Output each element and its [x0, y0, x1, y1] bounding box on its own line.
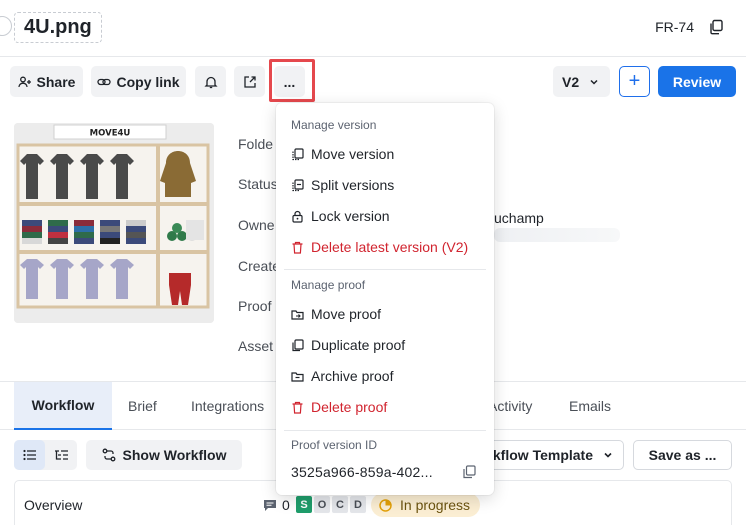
lock-icon	[292, 210, 303, 223]
archive-proof-label: Archive proof	[311, 368, 394, 384]
duplicate-proof-label: Duplicate proof	[311, 337, 406, 353]
back-button[interactable]	[0, 16, 12, 36]
tree-view-icon	[55, 450, 68, 460]
menu-divider	[284, 269, 486, 270]
stage-badge-c: C	[332, 496, 348, 513]
stage-badge-d: D	[350, 496, 366, 513]
lock-version-label: Lock version	[311, 208, 390, 224]
move-proof-item[interactable]: Move proof	[291, 303, 486, 325]
workflow-template-label: Workflow Template	[478, 447, 593, 463]
tab-integrations[interactable]: Integrations	[191, 382, 264, 430]
meta-status-label: Status	[238, 176, 278, 192]
share-label: Share	[36, 73, 76, 90]
toolbar: Share Copy link ... V2 + Review	[0, 58, 746, 108]
title-bar: 4U.png FR-74	[0, 0, 746, 57]
file-name-field[interactable]: 4U.png	[14, 12, 102, 43]
progress-icon	[379, 498, 392, 512]
share-icon	[17, 76, 31, 87]
comment-count: 0	[282, 497, 290, 513]
tab-activity[interactable]: Activity	[488, 382, 532, 430]
list-view-button[interactable]	[14, 440, 45, 470]
tab-brief[interactable]: Brief	[128, 382, 157, 430]
review-button[interactable]: Review	[658, 66, 736, 97]
status-badge: In progress	[371, 493, 480, 517]
view-toggle	[14, 440, 77, 470]
more-options-menu: Manage version Move version Split versio…	[276, 103, 494, 495]
stage-badge-o: O	[314, 496, 330, 513]
owner-name[interactable]: uchamp	[494, 210, 544, 226]
workflow-template-select[interactable]: Workflow Template	[478, 440, 624, 470]
duplicate-icon	[292, 338, 304, 351]
copy-link-button[interactable]: Copy link	[91, 66, 186, 97]
tab-workflow[interactable]: Workflow	[14, 382, 112, 430]
copy-icon	[292, 147, 304, 160]
delete-latest-version-label: Delete latest version (V2)	[311, 239, 469, 255]
version-label: V2	[562, 73, 580, 90]
show-workflow-label: Show Workflow	[122, 447, 227, 463]
export-icon	[243, 75, 256, 88]
copy-icon[interactable]	[462, 465, 476, 479]
tree-view-button[interactable]	[46, 440, 77, 470]
share-button[interactable]: Share	[10, 66, 83, 97]
bell-icon	[203, 76, 218, 88]
status-label: In progress	[400, 497, 471, 513]
comment-icon	[264, 500, 276, 511]
proof-version-id: 3525a966-859a-402...	[291, 464, 433, 480]
stage-badge-s: S	[296, 496, 312, 513]
meta-asset-label: Asset	[238, 338, 274, 354]
chevron-down-icon	[590, 79, 598, 85]
move-version-label: Move version	[311, 146, 395, 162]
trash-icon	[292, 241, 303, 254]
version-select[interactable]: V2	[553, 66, 610, 97]
archive-proof-item[interactable]: Archive proof	[291, 365, 486, 387]
show-workflow-button[interactable]: Show Workflow	[86, 440, 242, 470]
tab-emails[interactable]: Emails	[569, 382, 611, 430]
brand-sign: MOVE4U	[90, 129, 131, 139]
manage-version-header: Manage version	[291, 118, 377, 132]
save-as-button[interactable]: Save as ...	[633, 440, 732, 470]
split-icon	[292, 178, 304, 191]
proof-version-id-header: Proof version ID	[291, 438, 378, 452]
archive-icon	[291, 371, 304, 382]
move-proof-label: Move proof	[311, 306, 382, 322]
delete-proof-label: Delete proof	[311, 399, 388, 415]
copy-link-label: Copy link	[116, 73, 180, 90]
chevron-down-icon	[604, 452, 612, 458]
copy-icon[interactable]	[708, 19, 724, 35]
shelf-image: MOVE4U	[14, 123, 214, 323]
meta-created-label: Create	[238, 258, 281, 274]
list-view-icon	[23, 449, 36, 461]
more-options-highlight	[269, 59, 315, 102]
export-button[interactable]	[234, 66, 265, 97]
trash-icon	[292, 401, 303, 414]
overview-label: Overview	[24, 497, 83, 513]
notifications-button[interactable]	[195, 66, 226, 97]
move-icon	[291, 309, 304, 320]
move-version-item[interactable]: Move version	[291, 143, 486, 165]
split-versions-item[interactable]: Split versions	[291, 174, 486, 196]
proof-id-label: FR-74	[655, 19, 694, 35]
add-version-button[interactable]: +	[619, 66, 650, 97]
workflow-icon	[102, 448, 115, 462]
delete-latest-version-item[interactable]: Delete latest version (V2)	[291, 236, 486, 258]
meta-folder-label: Folde	[238, 136, 274, 152]
owner-detail-redacted	[494, 228, 620, 242]
menu-divider	[284, 430, 486, 431]
delete-proof-item[interactable]: Delete proof	[291, 396, 486, 418]
meta-owner-label: Owne	[238, 217, 275, 233]
meta-proof-label: Proof	[238, 298, 272, 314]
link-icon	[97, 78, 112, 85]
manage-proof-header: Manage proof	[291, 278, 366, 292]
proof-thumbnail[interactable]: MOVE4U	[14, 123, 214, 323]
duplicate-proof-item[interactable]: Duplicate proof	[291, 334, 486, 356]
lock-version-item[interactable]: Lock version	[291, 205, 486, 227]
split-versions-label: Split versions	[311, 177, 395, 193]
